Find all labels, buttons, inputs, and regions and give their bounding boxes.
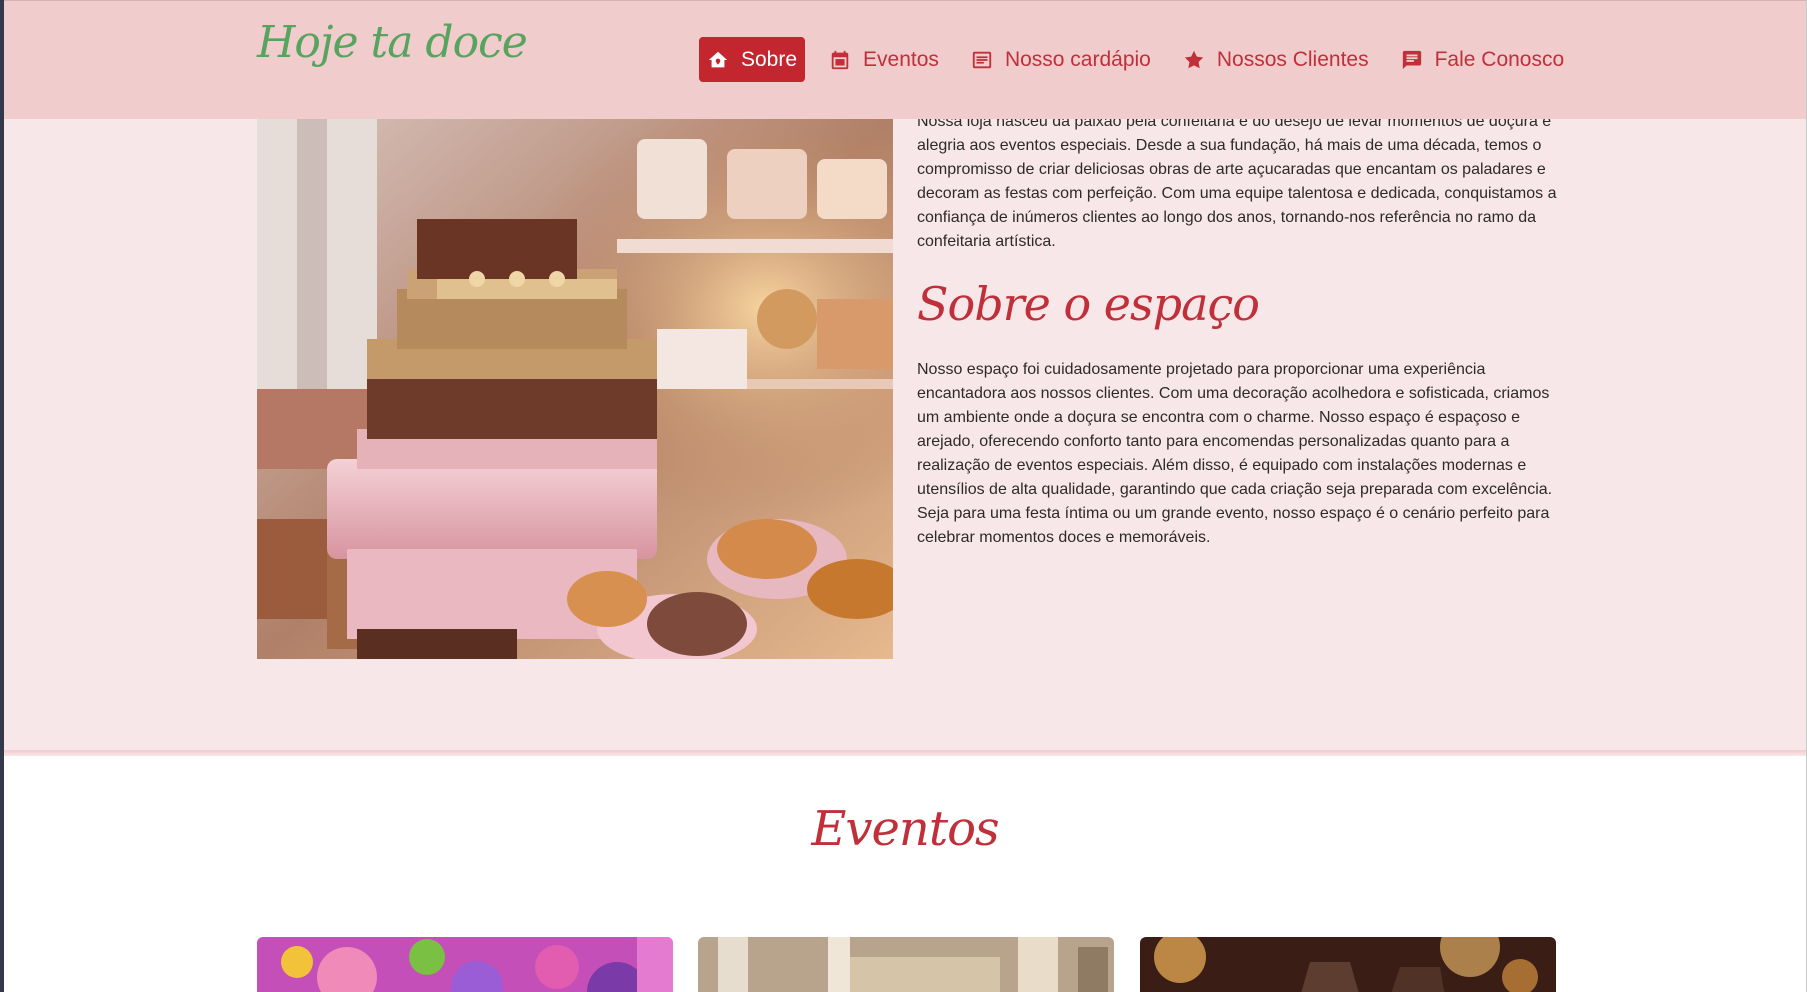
event-image-2 <box>698 937 1114 992</box>
event-card-1[interactable] <box>257 937 673 992</box>
nav-item-contato[interactable]: Fale Conosco <box>1393 37 1573 82</box>
event-card-2[interactable] <box>698 937 1114 992</box>
event-image-1 <box>257 937 673 992</box>
nav-item-clientes[interactable]: Nossos Clientes <box>1175 37 1377 82</box>
menu-card-icon <box>971 49 993 71</box>
nav-item-label: Nossos Clientes <box>1216 47 1369 71</box>
nav-item-eventos[interactable]: Eventos <box>821 37 947 82</box>
page: Hoje ta doce Sobre Eventos Nosso cardápi… <box>0 0 1807 992</box>
nav-item-label: Nosso cardápio <box>1004 47 1151 71</box>
window-left-edge <box>0 0 4 992</box>
bakery-display-image <box>257 119 893 659</box>
main-nav: Sobre Eventos Nosso cardápio Nossos Clie… <box>699 37 1588 82</box>
nav-item-sobre[interactable]: Sobre <box>699 37 806 82</box>
star-icon <box>1183 49 1205 71</box>
about-intro-paragraph: Nossa loja nasceu da paixão pela confeit… <box>917 113 1557 250</box>
event-card-3[interactable] <box>1140 937 1556 992</box>
nav-item-label: Sobre <box>741 47 798 71</box>
chat-icon <box>1401 49 1423 71</box>
calendar-icon <box>829 49 851 71</box>
home-icon <box>707 49 729 71</box>
events-heading: Eventos <box>811 801 999 857</box>
about-text: Nossa loja nasceu da paixão pela confeit… <box>917 110 1557 550</box>
space-paragraph: Nosso espaço foi cuidadosamente projetad… <box>917 361 1553 546</box>
nav-item-label: Fale Conosco <box>1434 47 1565 71</box>
space-heading: Sobre o espaço <box>917 277 1260 331</box>
site-header: Hoje ta doce Sobre Eventos Nosso cardápi… <box>4 0 1806 119</box>
event-image-3 <box>1140 937 1556 992</box>
brand-logo[interactable]: Hoje ta doce <box>257 17 528 68</box>
nav-item-label: Eventos <box>863 47 939 71</box>
nav-item-cardapio[interactable]: Nosso cardápio <box>963 37 1159 82</box>
events-section: Eventos <box>4 756 1806 992</box>
